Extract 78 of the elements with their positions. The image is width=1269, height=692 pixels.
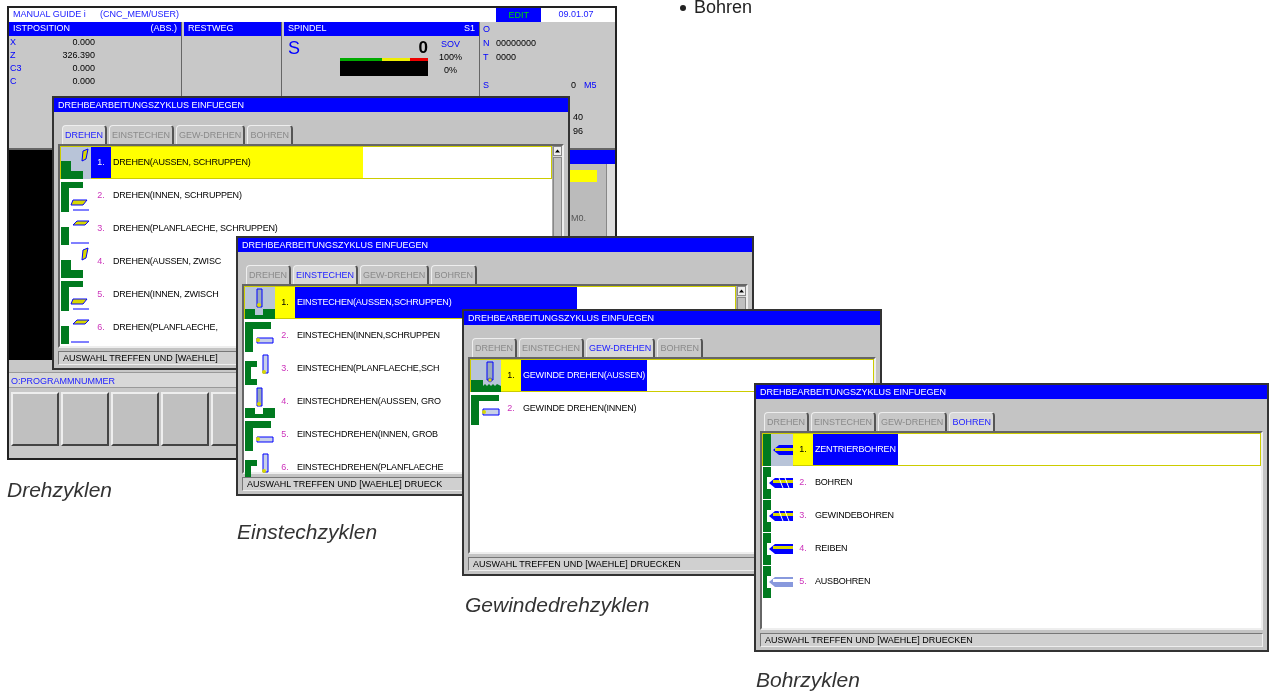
axis-label: C (9, 75, 18, 88)
list-text: M0. (570, 212, 587, 225)
dialog-title: DREHBEARBEITUNGSZYKLUS EINFUEGEN (464, 311, 880, 325)
info-value: 0000 (496, 51, 517, 64)
spindle-speed: 0 (418, 38, 428, 58)
info-value: 00000000 (496, 37, 537, 50)
item-label: DREHEN(INNEN, SCHRUPPEN) (112, 188, 243, 202)
axis-value: 0.000 (71, 75, 95, 88)
mode-indicator: EDIT (496, 8, 541, 22)
item-label: DREHEN(PLANFLAECHE, (112, 320, 219, 334)
item-label: GEWINDE DREHEN(INNEN) (522, 401, 638, 415)
panel-title: ISTPOSITION (13, 22, 70, 35)
figure-caption: Drehzyklen (7, 477, 113, 503)
item-number: 5. (96, 287, 106, 301)
item-number: 2. (280, 328, 290, 342)
item-label: DREHEN(INNEN, ZWISCH (112, 287, 220, 301)
info-value: 40 (573, 111, 584, 124)
axis-value: 0.000 (71, 62, 95, 75)
panel-title: RESTWEG (188, 23, 234, 33)
item-number: 2. (96, 188, 106, 202)
figure-caption: Gewindedrehzyklen (465, 592, 650, 618)
item-label: EINSTECHDREHEN(AUSSEN, GRO (296, 394, 442, 408)
position-mode: (ABS.) (150, 22, 177, 35)
figure-caption: Bohrzyklen (756, 667, 860, 692)
item-label: GEWINDE DREHEN(AUSSEN) (521, 360, 648, 391)
info-label: N (482, 37, 491, 50)
item-number: 2. (798, 475, 808, 489)
item-number: 4. (280, 394, 290, 408)
item-label: DREHEN(PLANFLAECHE, SCHRUPPEN) (112, 221, 279, 235)
figure-caption: Einstechzyklen (237, 519, 378, 545)
axis-value: 0.000 (71, 36, 95, 49)
spindle-letter: S (288, 38, 301, 60)
info-value: 0 (570, 79, 576, 92)
item-label: DREHEN(AUSSEN, SCHRUPPEN) (111, 147, 363, 178)
m-code: M5 (583, 79, 597, 92)
dialog-title: DREHBEARBEITUNGSZYKLUS EINFUEGEN (756, 385, 1267, 399)
item-number: 6. (280, 460, 290, 474)
load-value: 0% (444, 64, 457, 77)
item-number: 3. (96, 221, 106, 235)
item-number: 2. (506, 401, 516, 415)
axis-label: X (9, 36, 17, 49)
override-value: 100% (439, 51, 462, 64)
info-value: 96 (573, 125, 584, 138)
item-label: DREHEN(AUSSEN, ZWISC (112, 254, 222, 268)
app-title: MANUAL GUIDE i (13, 8, 87, 22)
item-number: 4. (96, 254, 106, 268)
bullet-text: Bohren (694, 0, 753, 19)
item-label: REIBEN (814, 541, 849, 555)
item-label: BOHREN (814, 475, 854, 489)
status-bar: AUSWAHL TREFFEN UND [WAEHLE] DRUECKEN (760, 633, 1263, 647)
item-label: EINSTECHDREHEN(PLANFLAECHE (296, 460, 445, 474)
item-number: 1. (501, 360, 521, 391)
item-number: 6. (96, 320, 106, 334)
info-label: O (482, 23, 491, 36)
spindle-channel: S1 (464, 22, 475, 35)
override-label: SOV (441, 38, 460, 51)
item-number: 4. (798, 541, 808, 555)
item-label: GEWINDEBOHREN (814, 508, 895, 522)
item-number: 1. (793, 434, 813, 465)
memory-path: (CNC_MEM/USER) (100, 8, 180, 22)
item-label: EINSTECHDREHEN(INNEN, GROB (296, 427, 439, 441)
axis-label: Z (9, 49, 17, 62)
item-number: 1. (91, 147, 111, 178)
info-label: T (482, 51, 490, 64)
axis-value: 326.390 (61, 49, 95, 62)
dialog-title: DREHBEARBEITUNGSZYKLUS EINFUEGEN (54, 98, 568, 112)
item-label: EINSTECHEN(INNEN,SCHRUPPEN (296, 328, 441, 342)
item-label: ZENTRIERBOHREN (813, 434, 898, 465)
item-number: 3. (798, 508, 808, 522)
item-number: 5. (280, 427, 290, 441)
panel-title: SPINDEL (288, 22, 327, 35)
item-number: 5. (798, 574, 808, 588)
info-label: S (482, 79, 490, 92)
item-label: AUSBOHREN (814, 574, 872, 588)
axis-label: C3 (9, 62, 23, 75)
clock-time: 09.01.07 (557, 8, 595, 22)
item-number: 1. (275, 287, 295, 318)
dialog-title: DREHBEARBEITUNGSZYKLUS EINFUEGEN (238, 238, 752, 252)
